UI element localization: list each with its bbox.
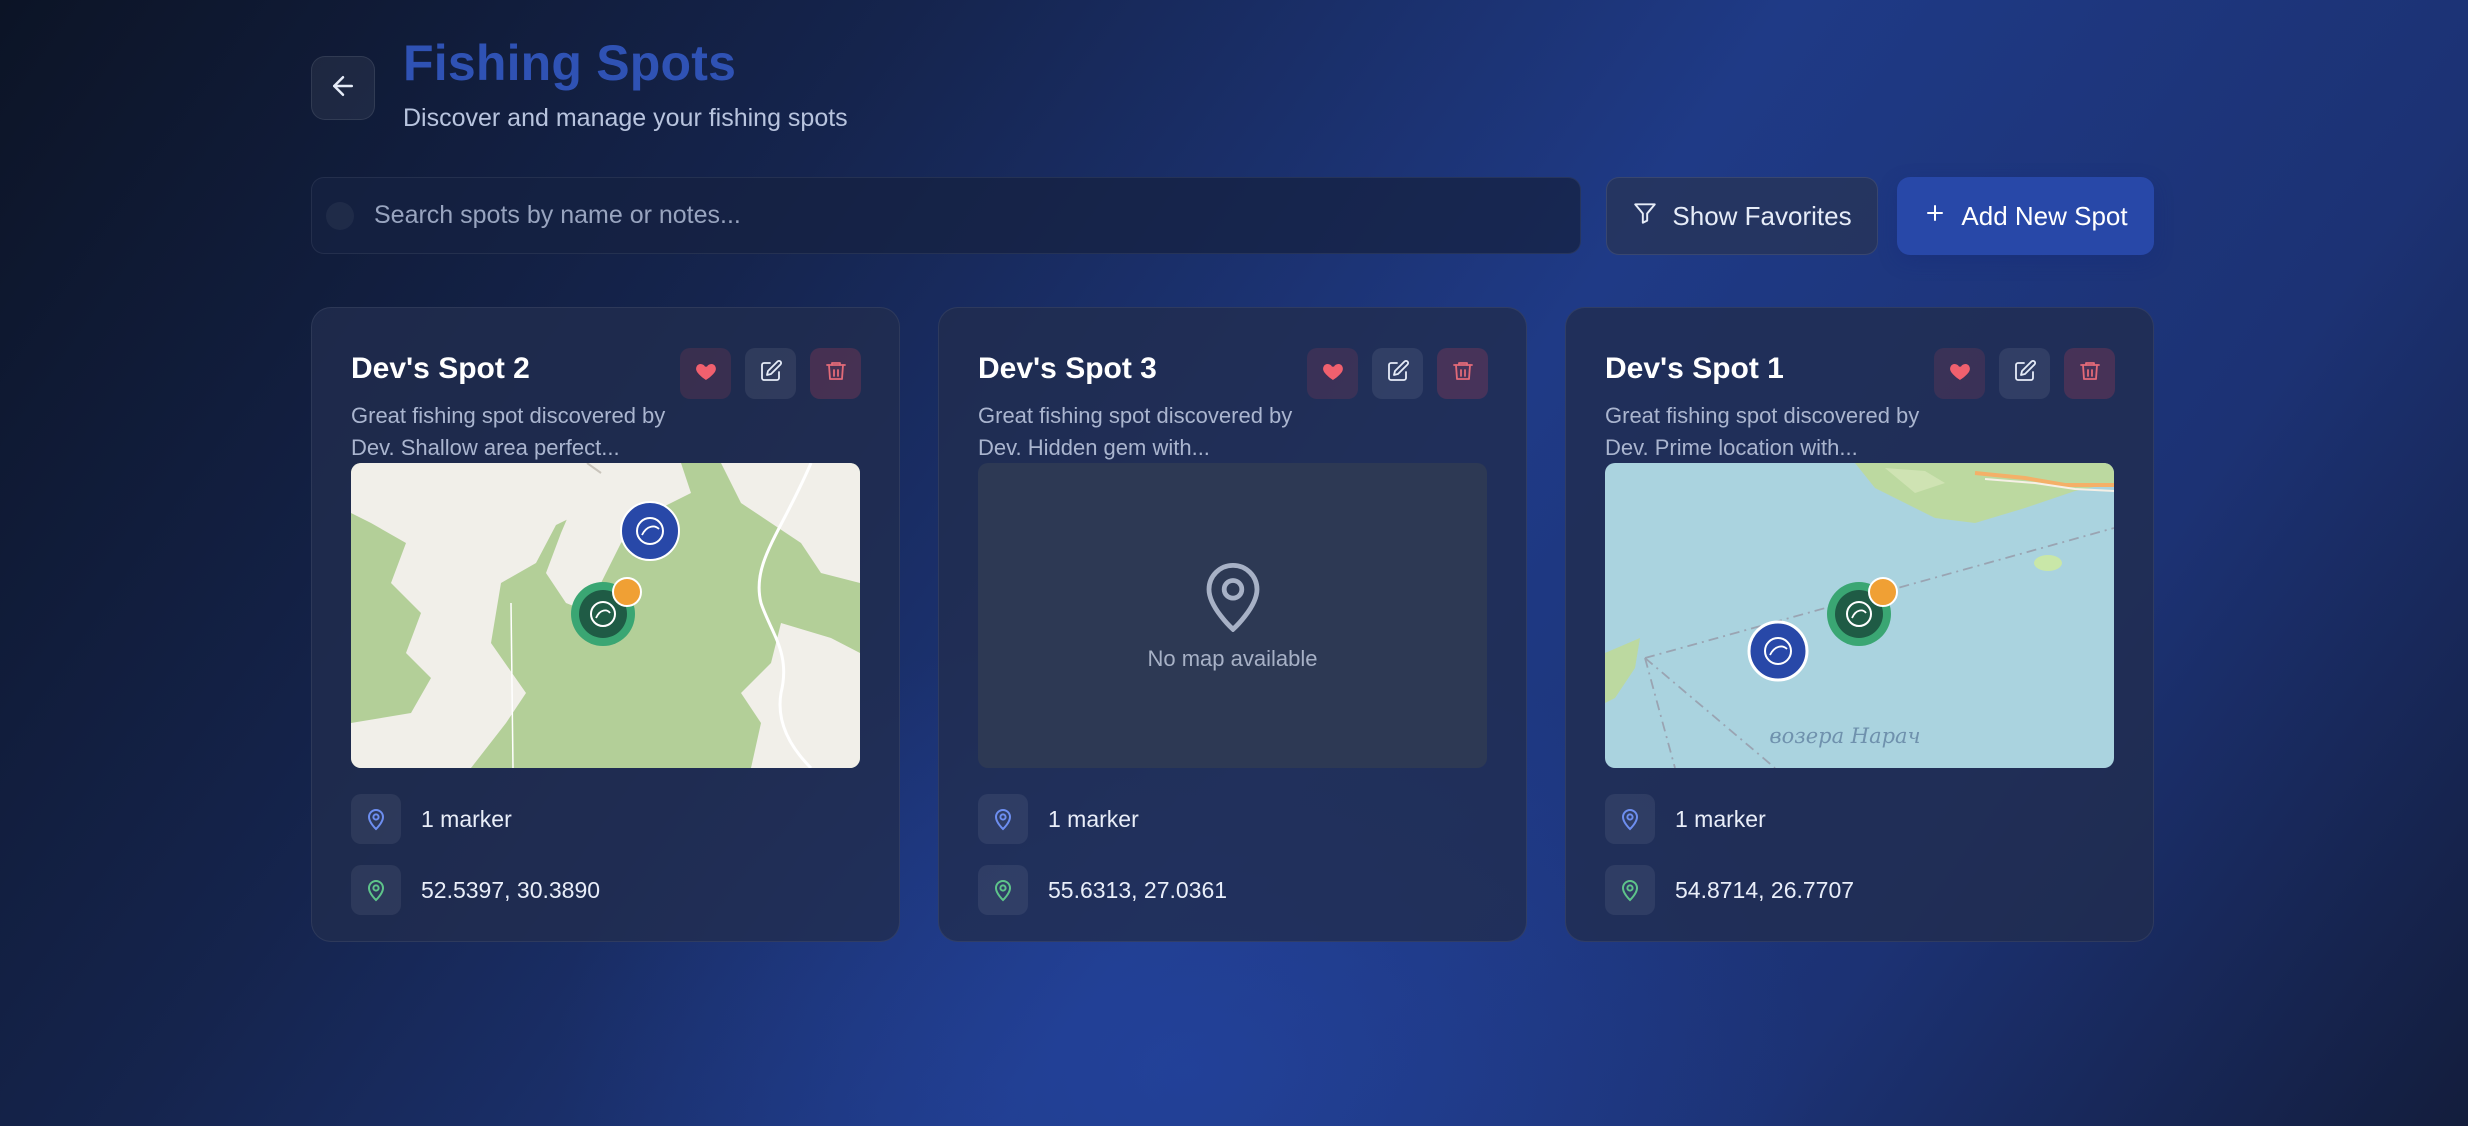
marker-count-row: 1 marker xyxy=(978,794,1139,844)
spot-card[interactable]: Dev's Spot 3 Great fishing spot discover… xyxy=(938,307,1527,942)
edit-icon xyxy=(1386,359,1410,388)
coordinates-row: 54.8714, 26.7707 xyxy=(1605,865,1854,915)
spot-map[interactable] xyxy=(351,463,860,768)
back-button[interactable] xyxy=(311,56,375,120)
map-pin-icon xyxy=(978,794,1028,844)
spot-actions xyxy=(680,348,861,399)
map-pin-icon xyxy=(1201,560,1265,632)
coordinates: 54.8714, 26.7707 xyxy=(1675,876,1855,903)
delete-button[interactable] xyxy=(2064,348,2115,399)
edit-icon xyxy=(2013,359,2037,388)
coordinates: 55.6313, 27.0361 xyxy=(1048,876,1228,903)
filter-icon xyxy=(1632,200,1658,233)
spot-title: Dev's Spot 2 xyxy=(351,352,530,385)
coordinates-row: 55.6313, 27.0361 xyxy=(978,865,1227,915)
search-input[interactable] xyxy=(374,178,1580,253)
page: Fishing Spots Discover and manage your f… xyxy=(311,0,2154,1126)
coordinates-row: 52.5397, 30.3890 xyxy=(351,865,600,915)
location-pin-icon xyxy=(1605,865,1655,915)
spot-card[interactable]: Dev's Spot 2 Great fishing spot discover… xyxy=(311,307,900,942)
spot-map-placeholder: No map available xyxy=(978,463,1487,768)
arrow-left-icon xyxy=(328,71,358,106)
lake-label: возера Нарач xyxy=(1769,724,1920,748)
heart-icon xyxy=(1948,359,1972,388)
plus-icon xyxy=(1923,201,1947,232)
trash-icon xyxy=(1451,359,1475,388)
spot-description: Great fishing spot discovered by Dev. Sh… xyxy=(351,403,666,460)
edit-button[interactable] xyxy=(1999,348,2050,399)
add-new-spot-button[interactable]: Add New Spot xyxy=(1897,177,2154,255)
spot-title: Dev's Spot 1 xyxy=(1605,352,1784,385)
favorite-button[interactable] xyxy=(1307,348,1358,399)
spot-actions xyxy=(1934,348,2115,399)
map-pin-icon xyxy=(1605,794,1655,844)
favorite-button[interactable] xyxy=(1934,348,1985,399)
search-icon xyxy=(326,201,354,230)
marker-count-row: 1 marker xyxy=(1605,794,1766,844)
edit-button[interactable] xyxy=(1372,348,1423,399)
heart-icon xyxy=(1321,359,1345,388)
delete-button[interactable] xyxy=(1437,348,1488,399)
trash-icon xyxy=(2078,359,2102,388)
page-title: Fishing Spots xyxy=(403,35,737,91)
location-pin-icon xyxy=(351,865,401,915)
spot-title: Dev's Spot 3 xyxy=(978,352,1157,385)
add-new-spot-label: Add New Spot xyxy=(1961,200,2128,231)
marker-count: 1 marker xyxy=(1675,805,1766,832)
heart-icon xyxy=(694,359,718,388)
trash-icon xyxy=(824,359,848,388)
show-favorites-label: Show Favorites xyxy=(1672,200,1852,231)
edit-icon xyxy=(759,359,783,388)
spot-map[interactable]: возера Нарач xyxy=(1605,463,2114,768)
location-pin-icon xyxy=(978,865,1028,915)
delete-button[interactable] xyxy=(810,348,861,399)
spot-description: Great fishing spot discovered by Dev. Hi… xyxy=(978,403,1293,460)
marker-count: 1 marker xyxy=(421,805,512,832)
show-favorites-button[interactable]: Show Favorites xyxy=(1606,177,1878,255)
edit-button[interactable] xyxy=(745,348,796,399)
marker-count: 1 marker xyxy=(1048,805,1139,832)
favorite-button[interactable] xyxy=(680,348,731,399)
coordinates: 52.5397, 30.3890 xyxy=(421,876,601,903)
spot-description: Great fishing spot discovered by Dev. Pr… xyxy=(1605,403,1920,460)
page-subtitle: Discover and manage your fishing spots xyxy=(403,104,848,132)
spot-card[interactable]: Dev's Spot 1 Great fishing spot discover… xyxy=(1565,307,2154,942)
no-map-text: No map available xyxy=(1147,645,1318,671)
marker-count-row: 1 marker xyxy=(351,794,512,844)
spot-actions xyxy=(1307,348,1488,399)
search-box xyxy=(311,177,1581,254)
map-pin-icon xyxy=(351,794,401,844)
